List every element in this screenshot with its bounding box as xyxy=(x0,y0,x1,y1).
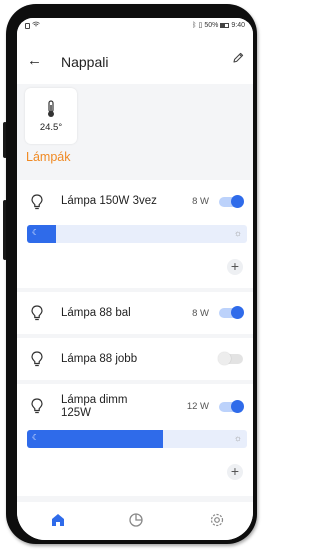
temperature-value: 24.5° xyxy=(39,122,63,133)
toggle-knob xyxy=(218,352,231,365)
wifi-icon xyxy=(32,21,40,30)
device-card-lampa-150w: Lámpa 150W 3vez 8 W ☾ ☼ + xyxy=(17,180,253,288)
toggle-knob xyxy=(231,195,244,208)
moon-icon: ☾ xyxy=(32,433,40,442)
lightbulb-icon xyxy=(31,398,43,419)
bottom-navigation xyxy=(17,502,253,540)
pie-chart-icon[interactable] xyxy=(128,512,144,533)
device-power: 8 W xyxy=(192,196,209,207)
device-toggle[interactable] xyxy=(218,352,243,365)
sun-icon: ☼ xyxy=(233,228,242,238)
settings-icon[interactable] xyxy=(209,512,225,533)
pencil-icon[interactable] xyxy=(231,51,245,70)
battery-percent: 50% xyxy=(204,21,219,29)
app-screen: ᛒ ▯ 50% 9:40 ← Nappali 24.5° Lámpák Lámp… xyxy=(17,18,253,540)
device-name: Lámpa 88 jobb xyxy=(61,353,138,365)
device-name: Lámpa 150W 3vez xyxy=(61,195,157,207)
sim-icon xyxy=(25,22,30,29)
status-right: ᛒ ▯ 50% 9:40 xyxy=(192,21,245,30)
device-name: Lámpa dimm 125W xyxy=(61,394,128,419)
device-power: 8 W xyxy=(192,308,209,319)
add-button[interactable]: + xyxy=(227,464,243,480)
thermometer-icon xyxy=(46,100,56,123)
moon-icon: ☾ xyxy=(32,228,40,237)
app-header xyxy=(17,32,253,84)
device-card-lampa-dimm: Lámpa dimm 125W 12 W ☾ ☼ + xyxy=(17,384,253,496)
battery-icon xyxy=(220,22,230,28)
home-icon[interactable] xyxy=(50,512,66,533)
sun-icon: ☼ xyxy=(233,433,242,443)
page-title: Nappali xyxy=(61,54,109,70)
device-toggle[interactable] xyxy=(219,400,244,413)
toggle-knob xyxy=(231,306,244,319)
lightbulb-icon xyxy=(31,305,43,326)
lightbulb-icon xyxy=(31,351,43,372)
device-name: Lámpa 88 bal xyxy=(61,307,131,319)
add-button[interactable]: + xyxy=(227,259,243,275)
arrow-left-icon[interactable]: ← xyxy=(27,53,42,68)
temperature-sensor-card[interactable]: 24.5° xyxy=(25,88,77,144)
toggle-knob xyxy=(231,400,244,413)
brightness-slider[interactable]: ☾ ☼ xyxy=(27,225,247,243)
section-title: Lámpák xyxy=(26,150,71,164)
bluetooth-icon: ᛒ xyxy=(192,21,197,29)
brightness-fill xyxy=(27,430,164,448)
clock: 9:40 xyxy=(231,21,245,29)
device-toggle[interactable] xyxy=(219,195,244,208)
status-left xyxy=(25,21,40,30)
device-card-lampa-88-bal: Lámpa 88 bal 8 W xyxy=(17,292,253,334)
device-power: 12 W xyxy=(186,401,209,412)
device-card-lampa-88-jobb: Lámpa 88 jobb xyxy=(17,338,253,380)
status-bar: ᛒ ▯ 50% 9:40 xyxy=(17,18,253,32)
brightness-slider[interactable]: ☾ ☼ xyxy=(27,430,247,448)
device-toggle[interactable] xyxy=(219,306,244,319)
vibrate-icon: ▯ xyxy=(198,22,203,29)
lightbulb-icon xyxy=(31,194,43,215)
